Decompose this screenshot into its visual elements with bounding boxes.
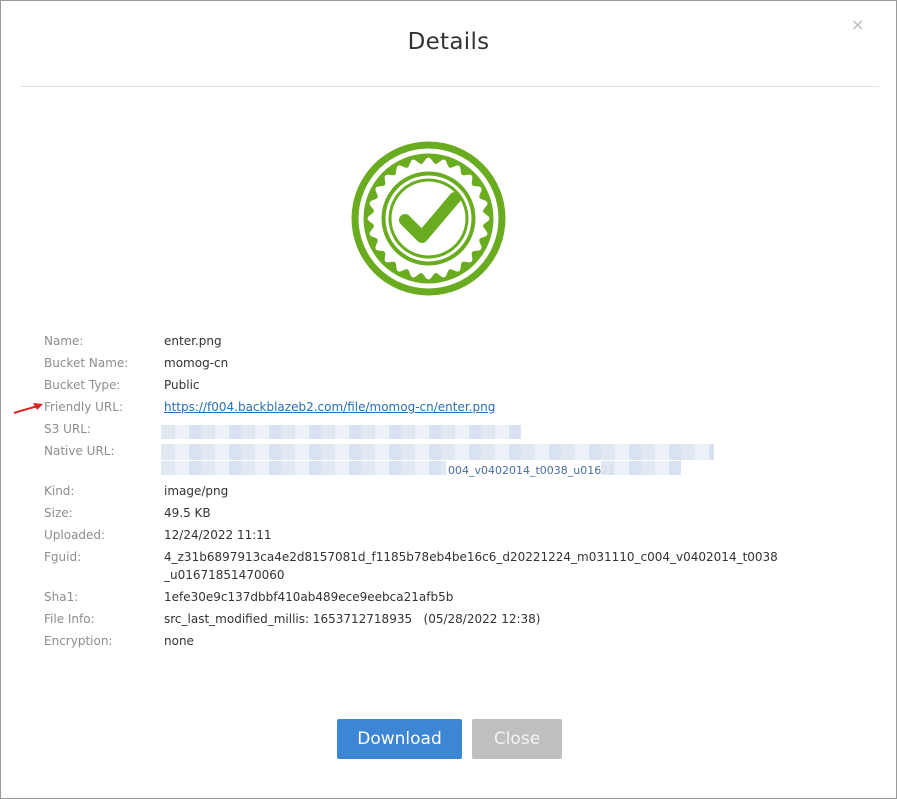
sha1-label: Sha1: [44,590,79,604]
red-arrow-annotation [13,403,43,414]
sha1-value: 1efe30e9c137dbbf410ab489ece9eebca21afb5b [164,590,454,604]
size-value: 49.5 KB [164,506,211,520]
kind-label: Kind: [44,484,75,498]
check-seal-icon [351,141,506,296]
uploaded-value: 12/24/2022 11:11 [164,528,272,542]
encryption-value: none [164,634,194,648]
file-info-value: src_last_modified_millis: 1653712718935 … [164,612,541,626]
native-url-label: Native URL: [44,444,115,458]
details-dialog: × Details Name: enter.png Bucket Name: m… [0,0,897,799]
bucket-type-label: Bucket Type: [44,378,121,392]
fguid-value-line2: _u01671851470060 [164,568,285,582]
uploaded-label: Uploaded: [44,528,106,542]
s3-url-label: S3 URL: [44,422,91,436]
fguid-label: Fguid: [44,550,82,564]
encryption-label: Encryption: [44,634,113,648]
title-divider [20,86,879,87]
fguid-value-line1: 4_z31b6897913ca4e2d8157081d_f1185b78eb4b… [164,550,778,564]
download-button[interactable]: Download [337,719,462,759]
kind-value: image/png [164,484,229,498]
size-label: Size: [44,506,73,520]
dialog-title: Details [407,29,490,55]
s3-url-redacted [161,425,521,439]
native-url-redacted-line2 [161,461,446,475]
friendly-url-label: Friendly URL: [44,400,124,414]
native-url-redacted-line2b [601,461,681,475]
bucket-type-value: Public [164,378,200,392]
file-info-label: File Info: [44,612,95,626]
bucket-name-value: momog-cn [164,356,229,370]
name-value: enter.png [164,334,222,348]
name-label: Name: [44,334,84,348]
close-button[interactable]: Close [472,719,562,759]
friendly-url-value: https://f004.backblazeb2.com/file/momog-… [164,398,734,416]
friendly-url-link[interactable]: https://f004.backblazeb2.com/file/momog-… [164,400,495,414]
bucket-name-label: Bucket Name: [44,356,129,370]
native-url-redacted-line1 [161,444,714,460]
